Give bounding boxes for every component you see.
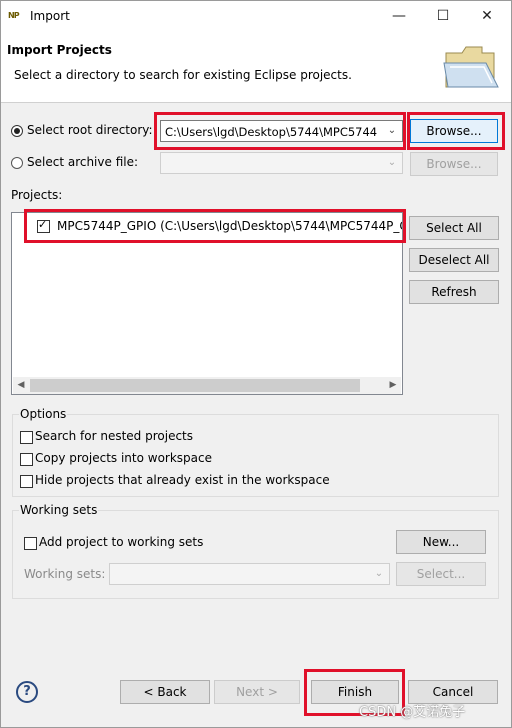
select-working-sets-button[interactable]: Select...	[396, 562, 486, 586]
select-all-button[interactable]: Select All	[409, 216, 499, 240]
root-directory-highlight	[154, 112, 406, 150]
next-button[interactable]: Next >	[214, 680, 300, 704]
maximize-button[interactable]: ☐	[421, 1, 465, 32]
horizontal-scrollbar[interactable]: ◀ ▶	[13, 377, 401, 394]
watermark: CSDN @艾诺兔子	[359, 705, 466, 720]
scroll-right-icon[interactable]: ▶	[385, 378, 401, 393]
working-sets-label: Working sets:	[24, 567, 106, 581]
hide-existing-label: Hide projects that already exist in the …	[35, 473, 330, 487]
nested-projects-label: Search for nested projects	[35, 429, 194, 443]
nested-projects-checkbox[interactable]	[20, 431, 33, 444]
folder-icon	[443, 46, 499, 88]
working-sets-combo[interactable]: ⌄	[109, 563, 390, 585]
title-bar: NP Import — ☐ ✕	[1, 1, 511, 32]
root-directory-label: Select root directory:	[27, 123, 153, 137]
deselect-all-button[interactable]: Deselect All	[409, 248, 499, 272]
chevron-down-icon[interactable]: ⌄	[385, 156, 399, 170]
working-sets-title: Working sets	[19, 503, 99, 517]
page-description: Select a directory to search for existin…	[14, 68, 352, 82]
root-directory-radio[interactable]	[11, 125, 23, 137]
app-icon: NP	[8, 11, 20, 20]
wizard-header: Import Projects Select a directory to se…	[1, 32, 511, 103]
options-title: Options	[19, 407, 68, 421]
add-working-sets-checkbox[interactable]	[24, 537, 37, 550]
scroll-left-icon[interactable]: ◀	[13, 378, 29, 393]
page-title: Import Projects	[7, 43, 112, 57]
help-icon[interactable]: ?	[16, 681, 38, 703]
import-dialog: NP Import — ☐ ✕ Import Projects Select a…	[0, 0, 512, 728]
add-working-sets-label: Add project to working sets	[39, 535, 204, 549]
copy-projects-label: Copy projects into workspace	[35, 451, 213, 465]
close-button[interactable]: ✕	[465, 1, 509, 32]
refresh-button[interactable]: Refresh	[409, 280, 499, 304]
archive-file-radio[interactable]	[11, 157, 23, 169]
minimize-button[interactable]: —	[377, 1, 421, 32]
archive-file-combo[interactable]: ⌄	[160, 152, 403, 174]
browse-archive-button[interactable]: Browse...	[410, 152, 498, 176]
new-working-set-button[interactable]: New...	[396, 530, 486, 554]
project-item-highlight	[24, 209, 406, 243]
copy-projects-checkbox[interactable]	[20, 453, 33, 466]
projects-label: Projects:	[11, 188, 63, 202]
archive-file-label: Select archive file:	[27, 155, 139, 169]
window-title: Import	[30, 9, 70, 23]
hide-existing-checkbox[interactable]	[20, 475, 33, 488]
browse-highlight	[407, 112, 505, 150]
back-button[interactable]: < Back	[120, 680, 210, 704]
scrollbar-thumb[interactable]	[30, 379, 360, 392]
chevron-down-icon[interactable]: ⌄	[372, 567, 386, 581]
